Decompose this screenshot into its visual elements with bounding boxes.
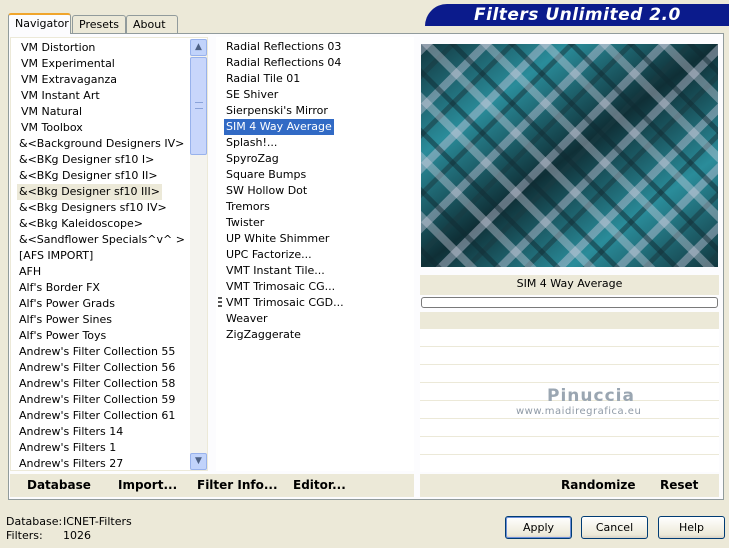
filter-item[interactable]: SE Shiver (224, 87, 280, 103)
watermark-name: Pinuccia (547, 386, 635, 406)
category-item[interactable]: Andrew's Filter Collection 59 (17, 392, 177, 408)
param-row (420, 365, 719, 382)
filter-item[interactable]: SIM 4 Way Average (224, 119, 334, 135)
category-item[interactable]: VM Experimental (19, 56, 117, 72)
filter-item[interactable]: Splash!... (224, 135, 279, 151)
app-title: Filters Unlimited 2.0 (474, 5, 681, 25)
filter-item[interactable]: Tremors (224, 199, 272, 215)
cancel-button[interactable]: Cancel (581, 516, 648, 539)
filters-count-label: Filters: (6, 529, 43, 542)
filter-item[interactable]: Sierpenski's Mirror (224, 103, 330, 119)
category-item[interactable]: &<BKg Designer sf10 II> (17, 168, 160, 184)
param-row (420, 455, 719, 472)
category-item[interactable]: Andrew's Filter Collection 61 (17, 408, 177, 424)
param-row (420, 329, 719, 346)
tab-navigator[interactable]: Navigator (8, 13, 71, 34)
category-item[interactable]: &<Background Designers IV> (17, 136, 186, 152)
category-item[interactable]: VM Natural (19, 104, 84, 120)
category-item[interactable]: AFH (17, 264, 43, 280)
filter-item[interactable]: UPC Factorize... (224, 247, 314, 263)
category-scrollbar[interactable]: ▲ ▼ (190, 39, 207, 470)
apply-button[interactable]: Apply (505, 516, 572, 539)
filter-preview (421, 44, 718, 267)
category-item[interactable]: Alf's Power Grads (17, 296, 117, 312)
filter-item[interactable]: VMT Instant Tile... (224, 263, 327, 279)
filter-item[interactable]: ZigZaggerate (224, 327, 303, 343)
category-item[interactable]: VM Toolbox (19, 120, 85, 136)
filter-item[interactable]: SW Hollow Dot (224, 183, 309, 199)
category-item[interactable]: Alf's Power Sines (17, 312, 114, 328)
filter-item[interactable]: Radial Tile 01 (224, 71, 302, 87)
progress-bar (421, 297, 718, 308)
param-row (420, 347, 719, 364)
filter-item[interactable]: VMT Trimosaic CGD... (224, 295, 346, 311)
category-item[interactable]: Andrew's Filter Collection 58 (17, 376, 177, 392)
drag-handle-icon[interactable] (218, 297, 222, 309)
category-item[interactable]: &<Sandflower Specials^v^ > (17, 232, 187, 248)
scroll-up-icon[interactable]: ▲ (190, 39, 207, 56)
param-row (420, 419, 719, 436)
database-value: ICNET-Filters (63, 515, 132, 528)
database-label: Database: (6, 515, 63, 528)
category-item[interactable]: &<Bkg Designer sf10 III> (17, 184, 163, 200)
randomize-button[interactable]: Randomize (561, 478, 635, 492)
category-item[interactable]: Andrew's Filters 1 (17, 440, 118, 456)
watermark-url: www.maidiregrafica.eu (516, 406, 642, 417)
category-item[interactable]: VM Extravaganza (19, 72, 119, 88)
scroll-down-icon[interactable]: ▼ (190, 453, 207, 470)
category-item[interactable]: &<BKg Designer sf10 I> (17, 152, 156, 168)
category-item[interactable]: VM Instant Art (19, 88, 102, 104)
category-item[interactable]: Andrew's Filters 14 (17, 424, 125, 440)
filter-item[interactable]: VMT Trimosaic CG... (224, 279, 337, 295)
editor-button[interactable]: Editor... (293, 478, 346, 492)
filter-item[interactable]: Weaver (224, 311, 270, 327)
category-item[interactable]: Alf's Border FX (17, 280, 102, 296)
database-button[interactable]: Database (27, 478, 91, 492)
help-button[interactable]: Help (658, 516, 725, 539)
filter-item[interactable]: Square Bumps (224, 167, 308, 183)
reset-button[interactable]: Reset (660, 478, 698, 492)
category-item[interactable]: &<Bkg Designers sf10 IV> (17, 200, 169, 216)
filters-count-value: 1026 (63, 529, 91, 542)
tab-presets[interactable]: Presets (72, 15, 126, 34)
preview-filter-name: SIM 4 Way Average (516, 277, 623, 290)
category-item[interactable]: &<Bkg Kaleidoscope> (17, 216, 145, 232)
filter-item[interactable]: SpyroZag (224, 151, 281, 167)
category-item[interactable]: VM Distortion (19, 40, 97, 56)
category-item[interactable]: [AFS IMPORT] (17, 248, 95, 264)
category-item[interactable]: Andrew's Filters 27 (17, 456, 125, 470)
category-item[interactable]: Andrew's Filter Collection 55 (17, 344, 177, 360)
filter-item[interactable]: UP White Shimmer (224, 231, 331, 247)
filter-list[interactable]: Radial Reflections 03 Radial Reflections … (216, 37, 414, 471)
category-item[interactable]: Andrew's Filter Collection 56 (17, 360, 177, 376)
filter-info-button[interactable]: Filter Info... (197, 478, 278, 492)
tab-about[interactable]: About (126, 15, 178, 34)
filter-item[interactable]: Radial Reflections 04 (224, 55, 343, 71)
param-row (420, 437, 719, 454)
category-list[interactable]: VM Distortion VM Experimental VM Extravaga… (10, 37, 208, 471)
filter-item[interactable]: Radial Reflections 03 (224, 39, 343, 55)
import-button[interactable]: Import... (118, 478, 177, 492)
category-item[interactable]: Alf's Power Toys (17, 328, 108, 344)
scroll-thumb[interactable] (190, 57, 207, 155)
filter-item[interactable]: Twister (224, 215, 266, 231)
